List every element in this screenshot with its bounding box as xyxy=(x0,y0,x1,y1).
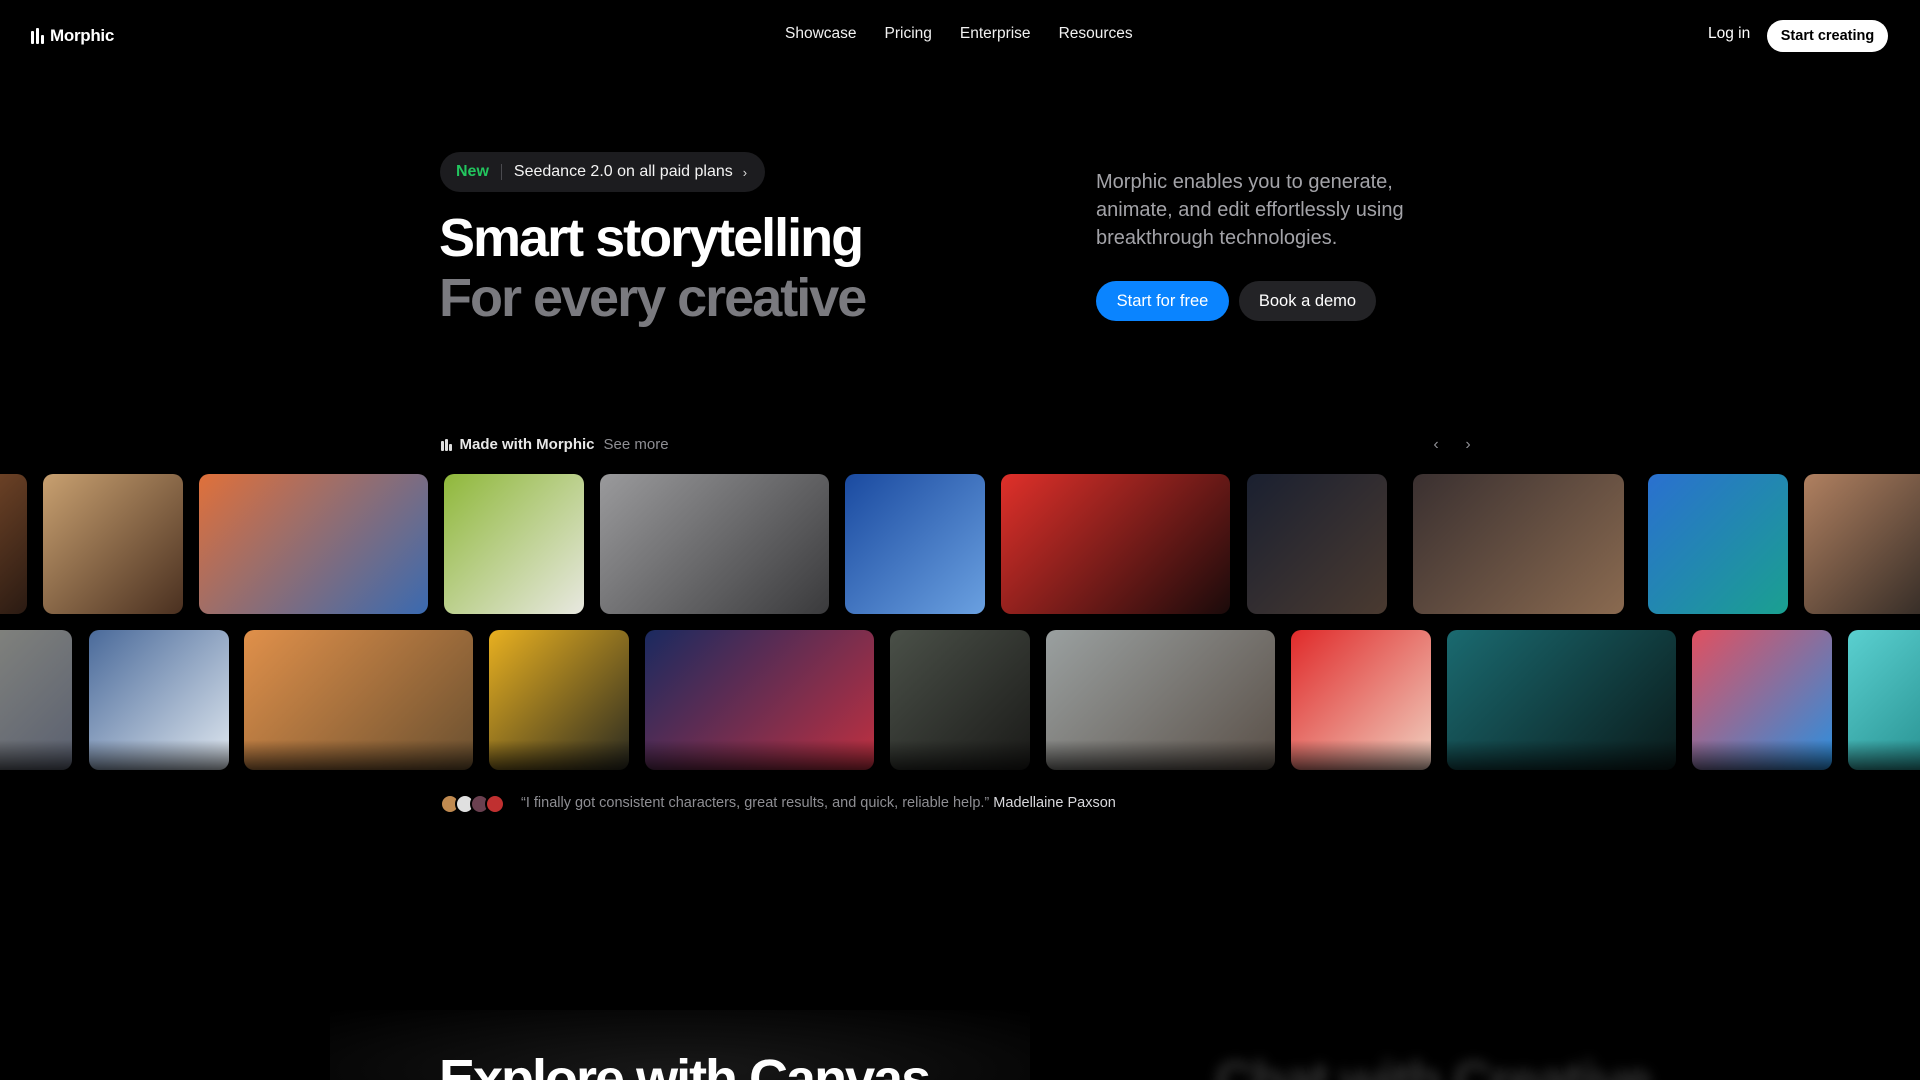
canvas-section-title: Explore with Canvas xyxy=(439,1049,931,1080)
hero-subtitle: For every creative xyxy=(439,268,867,328)
gallery-header: Made with Morphic See more xyxy=(441,436,669,453)
hero-description: Morphic enables you to generate, animate… xyxy=(1096,171,1404,249)
see-more-link[interactable]: See more xyxy=(604,436,669,453)
testimonial-quote: “I finally got consistent characters, gr… xyxy=(521,795,990,811)
gallery-tile-man-closeup[interactable] xyxy=(1804,474,1920,614)
book-demo-button[interactable]: Book a demo xyxy=(1239,281,1376,321)
gallery-tile-man-night-city[interactable] xyxy=(1247,474,1387,614)
gallery-tile-old-buildings[interactable] xyxy=(0,630,72,770)
badge-new-label: New xyxy=(456,163,489,180)
badge-divider xyxy=(500,164,502,180)
gallery-tile-blue-illustration-girl[interactable] xyxy=(845,474,985,614)
nav-link-resources[interactable]: Resources xyxy=(1059,25,1133,43)
gallery-tile-black-panther-red[interactable] xyxy=(1001,474,1230,614)
gallery-tile-woman-red-studio[interactable] xyxy=(1291,630,1431,770)
testimonial-author: Madellaine Paxson xyxy=(993,795,1116,811)
chevron-right-icon: › xyxy=(742,164,748,180)
morphic-logo-icon xyxy=(441,438,452,451)
start-creating-button[interactable]: Start creating xyxy=(1767,20,1888,52)
testimonial-avatars xyxy=(440,794,505,814)
gallery-tile-kitchen-cabinets[interactable] xyxy=(890,630,1030,770)
gallery-tile-rock-climber[interactable] xyxy=(199,474,428,614)
hero-title: Smart storytelling xyxy=(439,208,864,268)
gallery-tile-yellow-corridor-woman[interactable] xyxy=(489,630,629,770)
chat-section-title: Chat with Creative xyxy=(1215,1050,1652,1080)
gallery-tile-woman-blue-gun[interactable] xyxy=(645,630,874,770)
gallery-tile-blue-liquid-face[interactable] xyxy=(1692,630,1832,770)
logo[interactable]: Morphic xyxy=(31,26,114,46)
announcement-badge[interactable]: New Seedance 2.0 on all paid plans › xyxy=(440,152,766,192)
login-link[interactable]: Log in xyxy=(1708,25,1750,43)
badge-text: Seedance 2.0 on all paid plans xyxy=(513,163,733,180)
gallery-tile-ocean-horizon[interactable] xyxy=(1848,630,1920,770)
gallery-title: Made with Morphic xyxy=(459,436,595,453)
gallery-tile-saxophone-player[interactable] xyxy=(1648,474,1788,614)
avatar xyxy=(485,794,505,814)
gallery-tile-parkour-jump[interactable] xyxy=(89,630,229,770)
nav-links: Showcase Pricing Enterprise Resources xyxy=(785,25,1133,43)
gallery-tile-rooftop-edge[interactable] xyxy=(0,474,27,614)
gallery-tile-woman-green-sofa[interactable] xyxy=(444,474,584,614)
morphic-logo-icon xyxy=(31,28,44,44)
testimonial: “I finally got consistent characters, gr… xyxy=(521,795,1116,811)
chevron-left-icon[interactable]: ‹ xyxy=(1426,436,1446,454)
gallery-tile-teal-particles[interactable] xyxy=(1447,630,1676,770)
start-for-free-button[interactable]: Start for free xyxy=(1096,281,1229,321)
nav-link-enterprise[interactable]: Enterprise xyxy=(960,25,1031,43)
top-nav: Morphic Showcase Pricing Enterprise Reso… xyxy=(0,0,1920,72)
gallery-tile-explosion-field[interactable] xyxy=(244,630,473,770)
gallery-tile-ferris-wheel-soldier[interactable] xyxy=(1046,630,1275,770)
nav-link-showcase[interactable]: Showcase xyxy=(785,25,857,43)
gallery-tile-storm-street[interactable] xyxy=(600,474,829,614)
chevron-right-icon[interactable]: › xyxy=(1458,436,1478,454)
nav-link-pricing[interactable]: Pricing xyxy=(885,25,932,43)
logo-text: Morphic xyxy=(50,26,115,45)
gallery-tile-paris-fireworks[interactable] xyxy=(1413,474,1624,614)
gallery-tile-factory-smoke[interactable] xyxy=(43,474,183,614)
